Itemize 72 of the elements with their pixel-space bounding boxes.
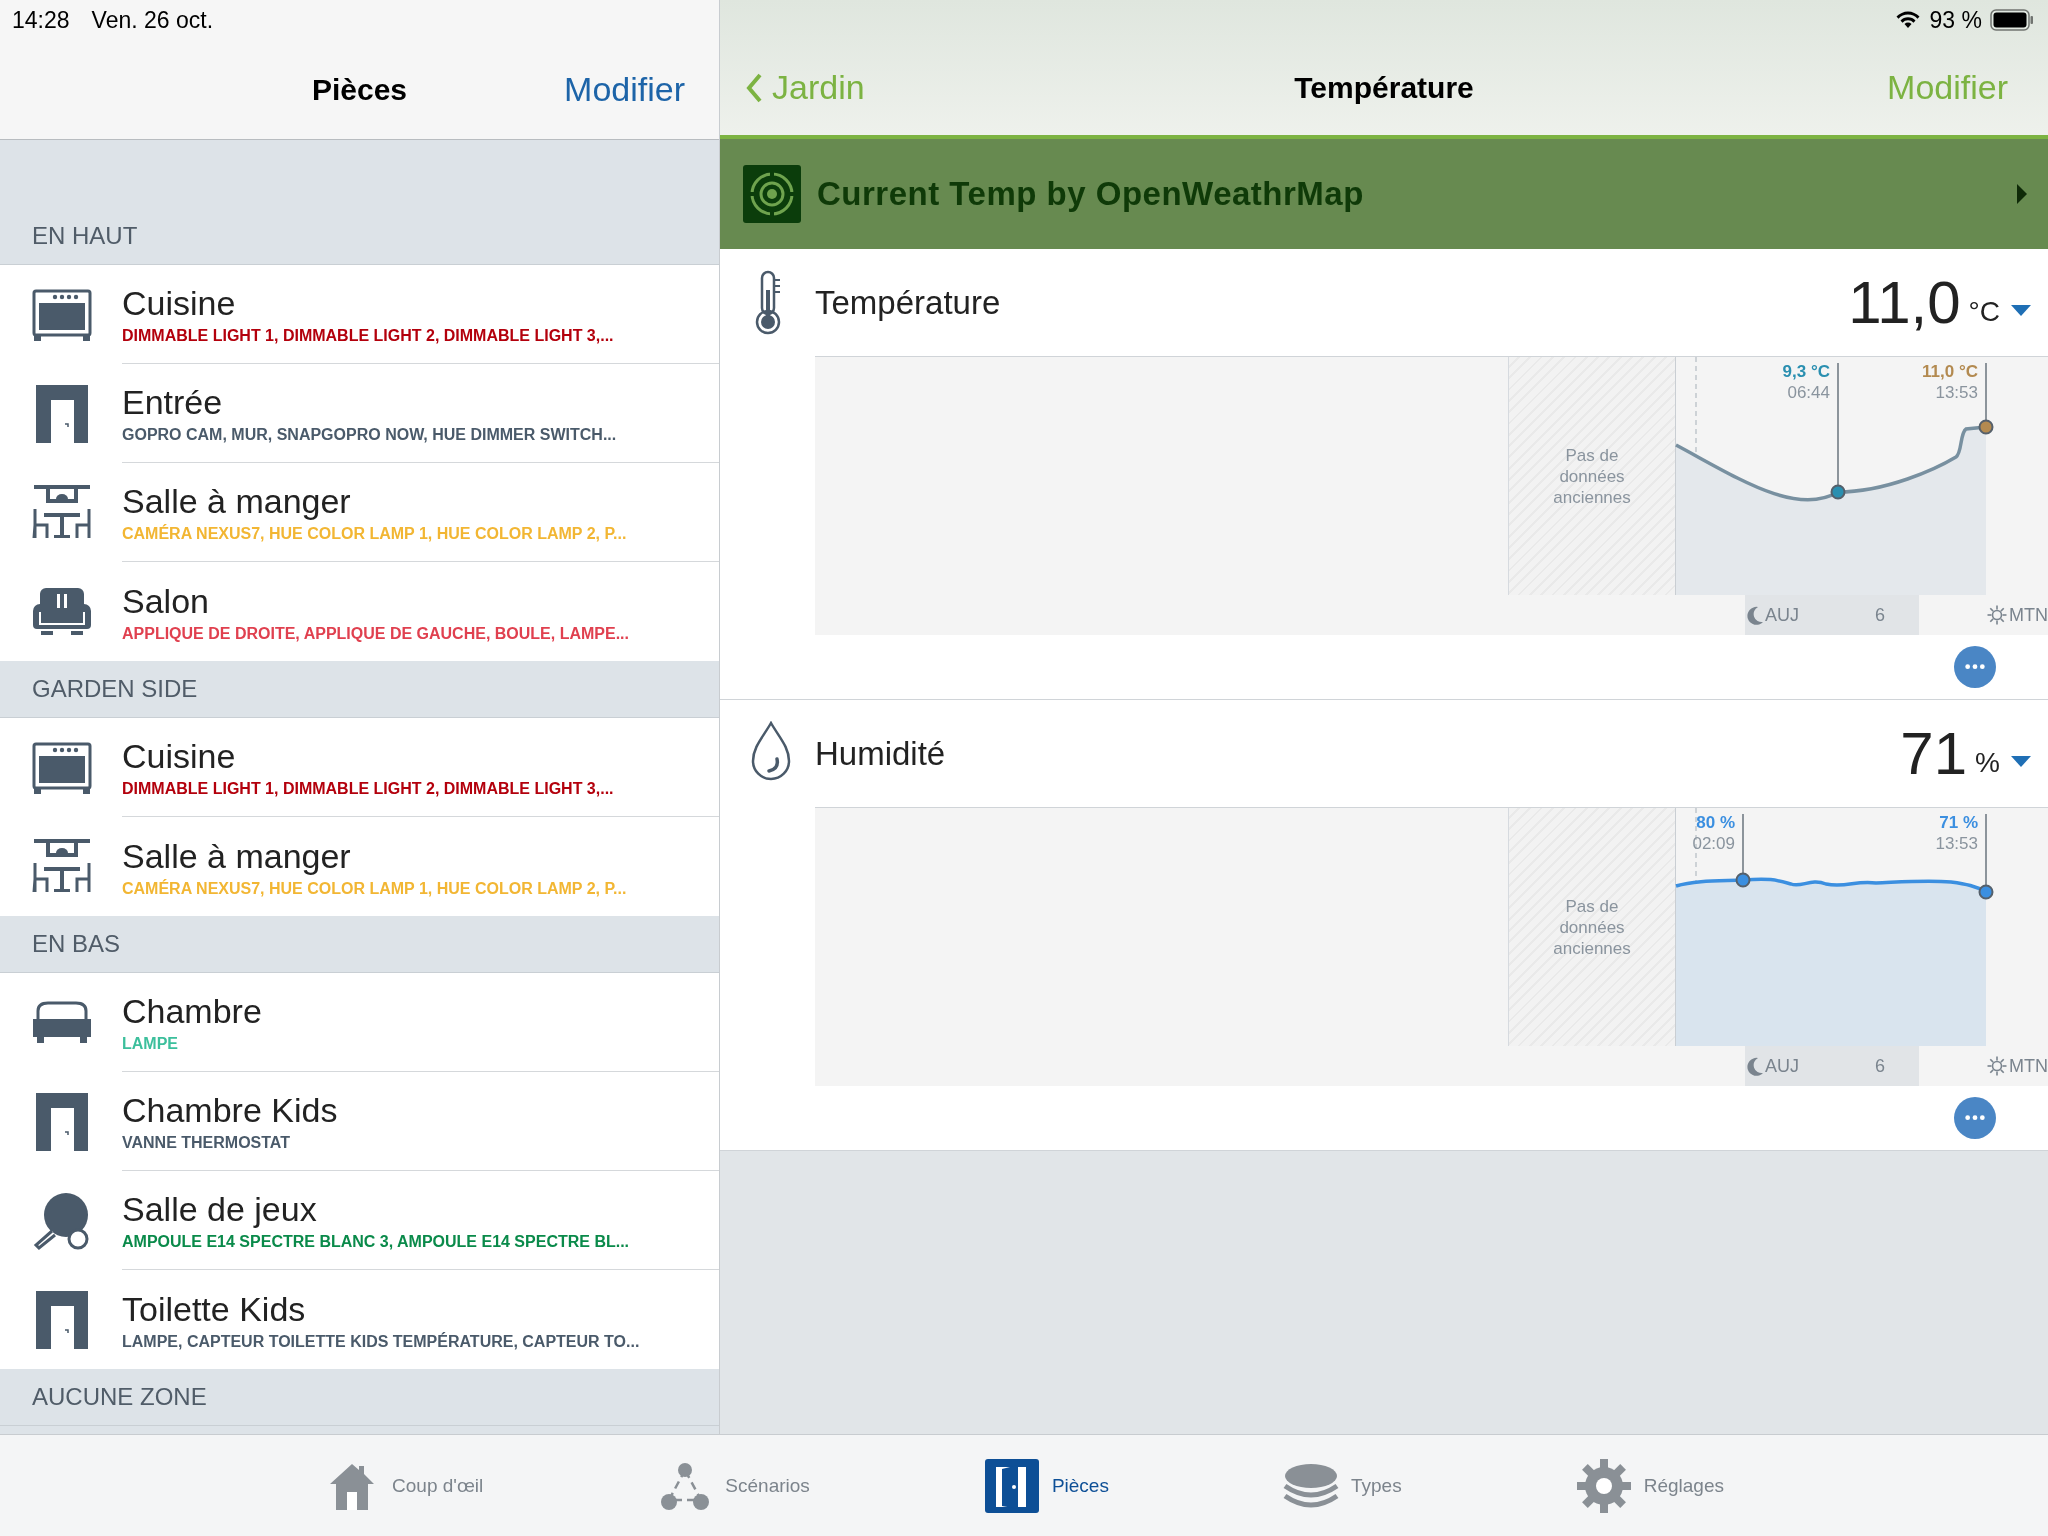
nav-title: Température [1294,70,1474,104]
room-devices: VANNE THERMOSTAT [122,1134,290,1152]
marker-dot[interactable] [1978,884,1994,900]
marker-value: 9,3 °C [1782,361,1830,382]
status-date: Ven. 26 oct. [91,6,214,34]
door-icon [983,1457,1040,1514]
edit-button[interactable]: Modifier [564,70,685,109]
caret-icon[interactable] [2010,753,2032,768]
ellipsis-icon [1964,663,1986,671]
battery-percent: 93 % [1929,6,1982,34]
room-devices: APPLIQUE DE DROITE, APPLIQUE DE GAUCHE, BOULE, LAMPE... [122,624,629,643]
marker-time: 06:44 [1787,382,1830,403]
sensor-name: Température [815,283,1001,322]
sun-icon [1987,605,2007,625]
marker-value: 11,0 °C [1922,361,1978,382]
room-devices: LAMPE [122,1035,178,1053]
ellipsis-icon [1964,1114,1986,1122]
more-button[interactable] [1954,1097,1996,1139]
room-name[interactable]: Entrée [122,382,223,422]
sensor-name: Humidité [815,734,946,773]
wifi-icon [1893,10,1922,30]
room-devices: CAMÉRA NEXUS7, HUE COLOR LAMP 1, HUE COLOR LAMP 2, P... [122,879,627,898]
nav-title: Pièces [311,72,408,107]
target-icon [743,165,801,223]
sensor-unit: % [1975,746,2000,779]
chevron-left-icon [746,72,762,103]
room-devices: LAMPE, CAPTEUR TOILETTE KIDS TEMPÉRATURE, CAPTEUR TO... [122,1332,640,1351]
chevron-right-icon [2016,183,2028,205]
axis-label: 6 [1875,1055,1885,1077]
axis-label: MTN [2009,1055,2048,1077]
marker-time: 13:53 [1935,833,1978,854]
settings-icon [1575,1457,1632,1514]
marker-dot[interactable] [1735,872,1751,888]
status-time: 14:28 [12,6,70,34]
marker-value: 80 % [1696,812,1735,833]
room-name[interactable]: Cuisine [122,283,236,323]
no-data-note: Pas de données anciennes [1552,895,1632,959]
room-name[interactable]: Cuisine [122,736,236,776]
sun-icon [1987,1056,2007,1076]
room-devices: DIMMABLE LIGHT 1, DIMMABLE LIGHT 2, DIMMABLE LIGHT 3,... [122,327,614,345]
section-header: AUCUNE ZONE [0,1369,719,1426]
room-devices: DIMMABLE LIGHT 1, DIMMABLE LIGHT 2, DIMMABLE LIGHT 3,... [122,780,614,798]
marker-value: 71 % [1939,812,1978,833]
marker-time: 13:53 [1935,382,1978,403]
axis-label: 6 [1875,604,1885,626]
room-name[interactable]: Salle de jeux [122,1189,317,1229]
sensor-unit: °C [1968,295,2000,328]
room-name[interactable]: Salle à manger [122,481,351,521]
caret-icon[interactable] [2010,302,2032,317]
sensor-value: 11,0 [1848,268,1961,337]
tab[interactable]: Coup d'œil [324,1457,484,1514]
axis-label: AUJ [1765,1055,1800,1077]
room-name[interactable]: Salle à manger [122,835,351,876]
axis-label: AUJ [1765,604,1800,626]
tab[interactable]: Pièces [983,1457,1109,1514]
room-name[interactable]: Salon [122,580,209,621]
room-name[interactable]: Toilette Kids [122,1288,306,1329]
tab[interactable]: Scénarios [657,1457,810,1514]
tab[interactable]: Types [1282,1457,1402,1514]
axis-label: MTN [2009,604,2048,626]
more-button[interactable] [1954,646,1996,688]
marker-dot[interactable] [1830,484,1846,500]
no-data-note: Pas de données anciennes [1552,444,1632,508]
marker-dot[interactable] [1978,419,1994,435]
sensor-value: 71 [1900,719,1968,788]
room-devices: CAMÉRA NEXUS7, HUE COLOR LAMP 1, HUE COLOR LAMP 2, P... [122,525,627,543]
room-name[interactable]: Chambre [122,991,262,1031]
battery-icon [1990,9,2034,31]
room-devices: GOPRO CAM, MUR, SNAPGOPRO NOW, HUE DIMMER SWITCH... [122,426,617,444]
room-name[interactable]: Chambre Kids [122,1090,338,1130]
marker-time: 02:09 [1692,833,1735,854]
room-devices: AMPOULE E14 SPECTRE BLANC 3, AMPOULE E14 SPECTRE BL... [122,1233,630,1251]
